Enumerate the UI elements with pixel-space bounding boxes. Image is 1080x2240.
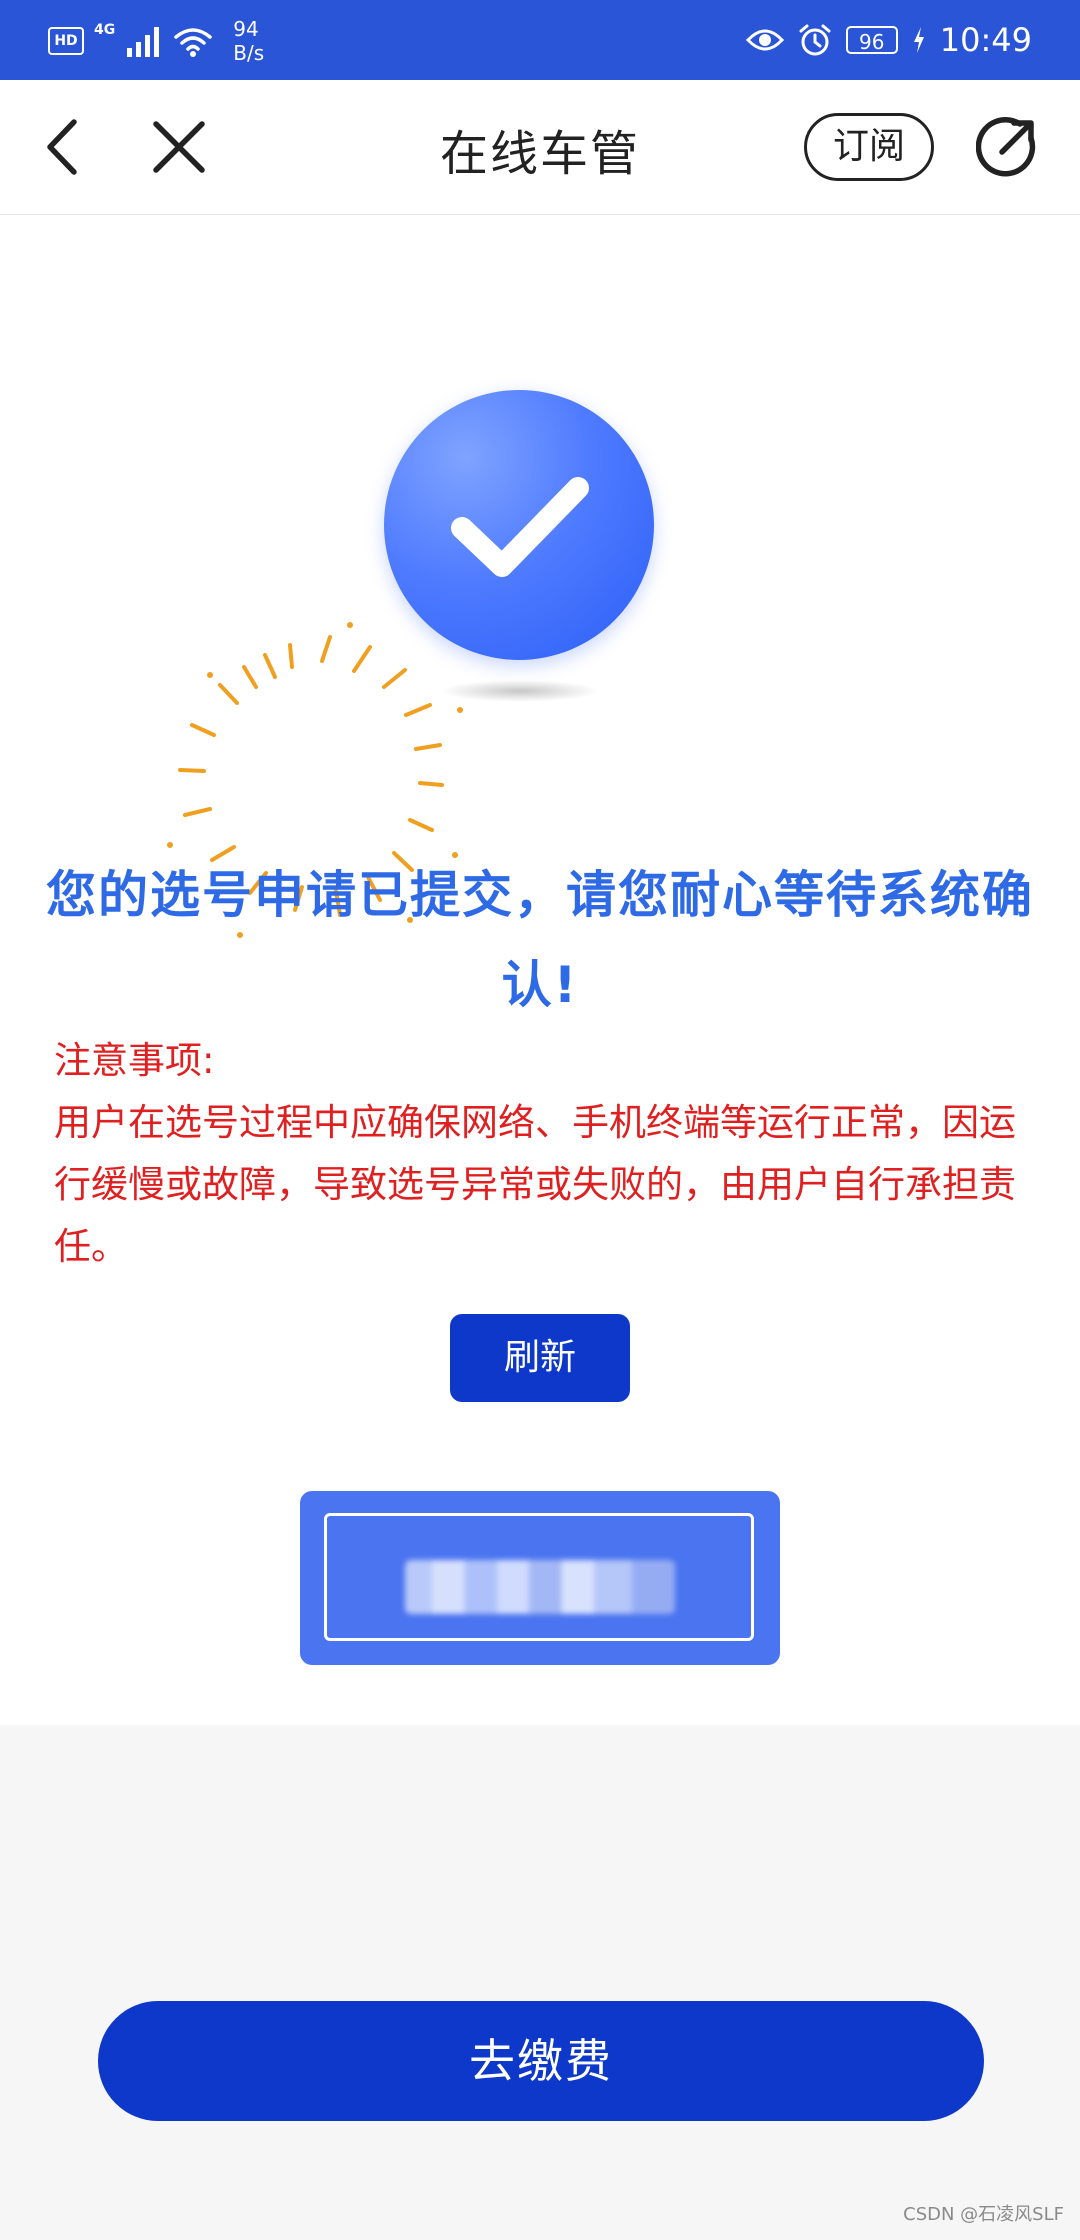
charging-icon: [913, 27, 924, 53]
success-badge-shadow: [440, 680, 600, 702]
selected-plate-frame: [324, 1513, 754, 1641]
wifi-icon: [174, 28, 212, 57]
hd-badge: HD: [48, 27, 84, 55]
speed-unit: B/s: [233, 41, 265, 65]
check-icon: [451, 477, 589, 577]
status-right: 96 10:49: [745, 14, 1032, 66]
success-message: 您的选号申请已提交，请您耐心等待系统确认!: [46, 866, 1034, 1014]
notice-body: 用户在选号过程中应确保网络、手机终端等运行正常，因运行缓慢或故障，导致选号异常或…: [54, 1101, 1016, 1268]
watermark: CSDN @石凌风SLF: [903, 2204, 1064, 2225]
pay-button[interactable]: 去缴费: [98, 2001, 984, 2121]
alarm-icon: [799, 24, 831, 56]
eye-icon: [745, 29, 784, 51]
signal-icon: [127, 27, 160, 57]
status-bar: HD 4G 94 B/s 96 10:49: [0, 0, 1080, 80]
speed-value: 94: [233, 17, 259, 41]
status-left: HD 4G 94 B/s: [48, 16, 264, 66]
subscribe-button[interactable]: 订阅: [804, 113, 934, 181]
result-panel: 您的选号申请已提交，请您耐心等待系统确认! 注意事项: 用户在选号过程中应确保网…: [0, 215, 1080, 1725]
battery-indicator: 96: [845, 26, 898, 54]
refresh-button[interactable]: 刷新: [450, 1314, 630, 1402]
notice-block: 注意事项: 用户在选号过程中应确保网络、手机终端等运行正常，因运行缓慢或故障，导…: [54, 1030, 1034, 1278]
selected-plate-box: [300, 1491, 780, 1665]
nav-bar: 在线车管 订阅: [0, 80, 1080, 215]
blurred-plate-number: [405, 1560, 675, 1614]
notice-title: 注意事项:: [54, 1039, 215, 1082]
network-speed: 94 B/s: [233, 17, 264, 65]
share-icon[interactable]: [976, 116, 1038, 178]
network-type: 4G: [94, 22, 116, 38]
clock: 10:49: [939, 21, 1032, 59]
